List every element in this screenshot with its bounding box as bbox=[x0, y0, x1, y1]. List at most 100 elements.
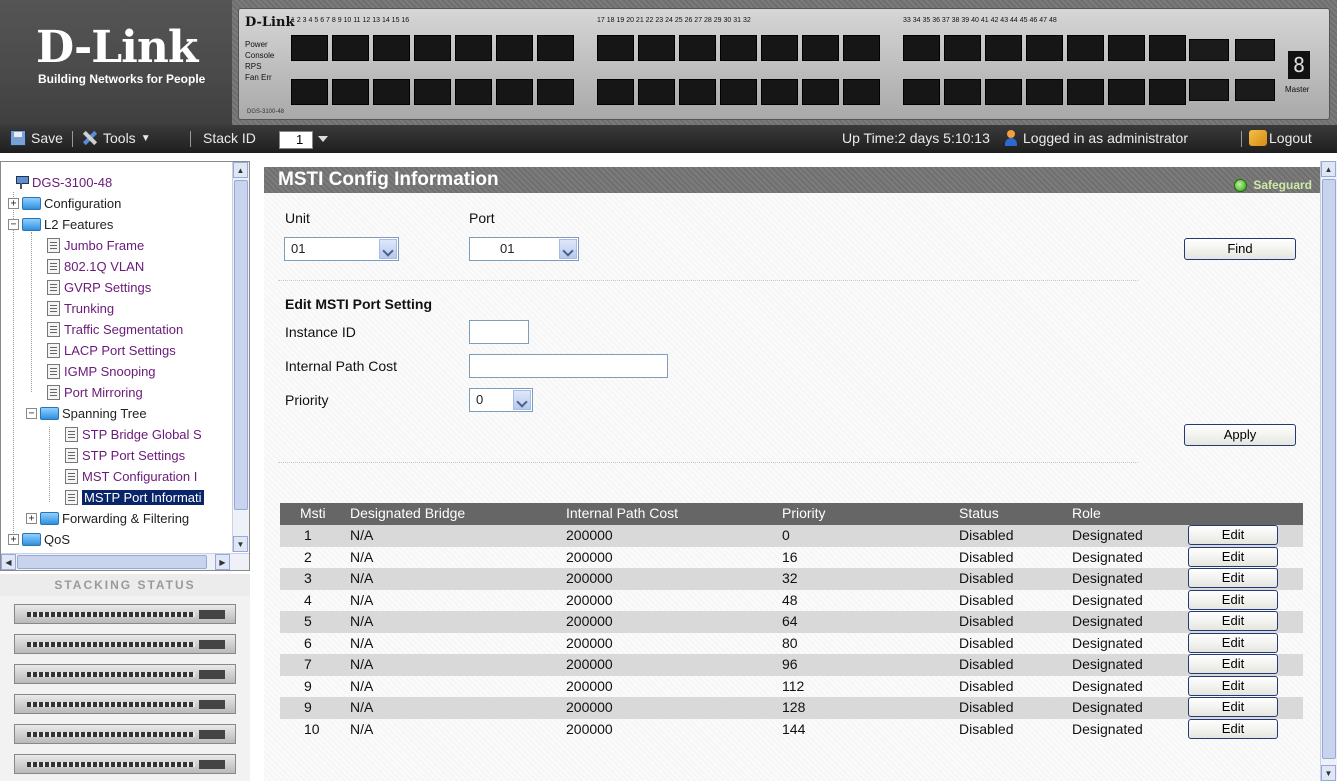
switch-front-panel: D-Link Power Console RPS Fan Err DGS-310… bbox=[238, 8, 1330, 120]
edit-section-heading: Edit MSTI Port Setting bbox=[285, 296, 432, 312]
edit-button[interactable]: Edit bbox=[1188, 589, 1278, 610]
edit-button[interactable]: Edit bbox=[1188, 675, 1278, 696]
stack-unit[interactable] bbox=[14, 664, 236, 684]
collapse-icon[interactable]: − bbox=[8, 218, 19, 230]
chevron-down-icon[interactable] bbox=[559, 239, 577, 259]
collapse-icon[interactable]: − bbox=[26, 407, 37, 419]
stack-unit[interactable] bbox=[14, 724, 236, 744]
tree-root[interactable]: DGS-3100-48 bbox=[13, 172, 112, 192]
tree-horizontal-scrollbar[interactable]: ◀ ▶ bbox=[1, 553, 249, 570]
scroll-down-icon[interactable]: ▼ bbox=[1321, 765, 1336, 781]
priority-select[interactable]: 0 bbox=[469, 388, 533, 412]
tree-item-traffic-segmentation[interactable]: Traffic Segmentation bbox=[47, 319, 183, 339]
stack-unit[interactable] bbox=[14, 634, 236, 654]
tree-item-trunking[interactable]: Trunking bbox=[47, 298, 114, 318]
scroll-left-icon[interactable]: ◀ bbox=[1, 554, 16, 570]
page-icon bbox=[47, 237, 60, 253]
cell-msti: 5 bbox=[304, 613, 312, 629]
tree-item-label: QoS bbox=[44, 531, 71, 547]
scroll-thumb[interactable] bbox=[1322, 179, 1336, 759]
edit-button[interactable]: Edit bbox=[1188, 568, 1278, 588]
port-group-2[interactable] bbox=[597, 35, 880, 109]
scroll-right-icon[interactable]: ▶ bbox=[215, 554, 230, 570]
port-numbers-3: 33 34 35 36 37 38 39 40 41 42 43 44 45 4… bbox=[903, 17, 1057, 24]
expand-icon[interactable]: + bbox=[8, 197, 19, 209]
save-button[interactable]: Save bbox=[10, 130, 63, 146]
path-cost-input[interactable] bbox=[469, 354, 668, 378]
instance-id-input[interactable] bbox=[469, 320, 529, 344]
sfp-port[interactable] bbox=[1235, 79, 1275, 101]
form-area: Unit 01 Port 01 Find Edit MSTI Port Sett… bbox=[264, 193, 1320, 781]
cell-status: Disabled bbox=[959, 677, 1014, 694]
tree-item-label: Trunking bbox=[64, 300, 115, 316]
tree-item-stp-port[interactable]: STP Port Settings bbox=[65, 445, 185, 465]
chevron-down-icon: ▼ bbox=[140, 132, 151, 144]
stack-unit[interactable] bbox=[14, 694, 236, 714]
apply-button[interactable]: Apply bbox=[1184, 424, 1296, 446]
tree-item-vlan[interactable]: 802.1Q VLAN bbox=[47, 256, 144, 276]
cell-priority: 128 bbox=[782, 699, 806, 715]
cell-priority: 96 bbox=[782, 656, 798, 672]
port-select[interactable]: 01 bbox=[469, 237, 579, 261]
expand-icon[interactable]: + bbox=[8, 533, 19, 545]
tree-item-lacp[interactable]: LACP Port Settings bbox=[47, 340, 176, 360]
tree-item-stp-bridge[interactable]: STP Bridge Global S bbox=[65, 424, 202, 444]
stack-unit[interactable] bbox=[14, 754, 236, 774]
tree-item-igmp[interactable]: IGMP Snooping bbox=[47, 361, 156, 381]
logout-button[interactable]: Logout bbox=[1249, 130, 1312, 146]
sfp-port[interactable] bbox=[1189, 39, 1229, 61]
scroll-thumb[interactable] bbox=[234, 180, 248, 510]
folder-open-icon bbox=[40, 406, 59, 420]
col-designated-bridge: Designated Bridge bbox=[350, 505, 466, 521]
safeguard-icon bbox=[1234, 178, 1248, 192]
edit-button[interactable]: Edit bbox=[1188, 697, 1278, 717]
led-fan-err: Fan Err bbox=[245, 73, 272, 82]
scroll-up-icon[interactable]: ▲ bbox=[1321, 161, 1336, 177]
cell-status: Disabled bbox=[959, 527, 1014, 543]
edit-button[interactable]: Edit bbox=[1188, 611, 1278, 631]
page-icon bbox=[47, 258, 60, 274]
tree-item-gvrp[interactable]: GVRP Settings bbox=[47, 277, 151, 297]
tree-item-qos[interactable]: + QoS bbox=[8, 529, 70, 549]
cell-priority: 80 bbox=[782, 634, 798, 651]
scroll-up-icon[interactable]: ▲ bbox=[233, 162, 248, 178]
tree-item-label: Spanning Tree bbox=[62, 405, 147, 421]
chevron-down-icon[interactable] bbox=[318, 136, 328, 142]
edit-button[interactable]: Edit bbox=[1188, 632, 1278, 653]
scroll-thumb[interactable] bbox=[17, 555, 207, 569]
stack-unit[interactable] bbox=[14, 604, 236, 624]
chevron-down-icon[interactable] bbox=[379, 239, 397, 259]
main-vertical-scrollbar[interactable]: ▲ ▼ bbox=[1320, 161, 1337, 781]
cell-designated-bridge: N/A bbox=[350, 677, 374, 694]
unit-label: Unit bbox=[285, 210, 310, 226]
tree-item-spanning-tree[interactable]: − Spanning Tree bbox=[26, 403, 147, 423]
tools-menu[interactable]: Tools ▼ bbox=[82, 130, 151, 146]
cell-msti: 3 bbox=[304, 570, 312, 586]
page-icon bbox=[65, 489, 78, 505]
page-icon bbox=[47, 279, 60, 295]
sfp-port[interactable] bbox=[1235, 39, 1275, 61]
find-button[interactable]: Find bbox=[1184, 238, 1296, 260]
col-priority: Priority bbox=[782, 505, 826, 521]
scroll-down-icon[interactable]: ▼ bbox=[233, 536, 248, 552]
unit-select[interactable]: 01 bbox=[284, 237, 399, 261]
edit-button[interactable]: Edit bbox=[1188, 654, 1278, 674]
port-group-1[interactable] bbox=[291, 35, 574, 109]
stackid-select[interactable]: 1 bbox=[279, 131, 313, 149]
edit-button[interactable]: Edit bbox=[1188, 718, 1278, 739]
tree-item-l2-features[interactable]: − L2 Features bbox=[8, 214, 113, 234]
tree-item-configuration[interactable]: + Configuration bbox=[8, 193, 121, 213]
tree-item-forwarding[interactable]: + Forwarding & Filtering bbox=[26, 508, 189, 528]
tree-item-port-mirroring[interactable]: Port Mirroring bbox=[47, 382, 143, 402]
tree-vertical-scrollbar[interactable]: ▲ ▼ bbox=[232, 162, 249, 552]
edit-button[interactable]: Edit bbox=[1188, 525, 1278, 545]
chevron-down-icon[interactable] bbox=[513, 390, 531, 410]
folder-icon bbox=[22, 196, 41, 210]
tree-item-mst-config[interactable]: MST Configuration I bbox=[65, 466, 197, 486]
expand-icon[interactable]: + bbox=[26, 512, 37, 524]
sfp-port[interactable] bbox=[1189, 79, 1229, 101]
tree-item-mstp-port-selected[interactable]: MSTP Port Informati bbox=[65, 487, 204, 507]
edit-button[interactable]: Edit bbox=[1188, 546, 1278, 567]
port-group-3[interactable] bbox=[903, 35, 1186, 109]
tree-item-jumbo-frame[interactable]: Jumbo Frame bbox=[47, 235, 144, 255]
